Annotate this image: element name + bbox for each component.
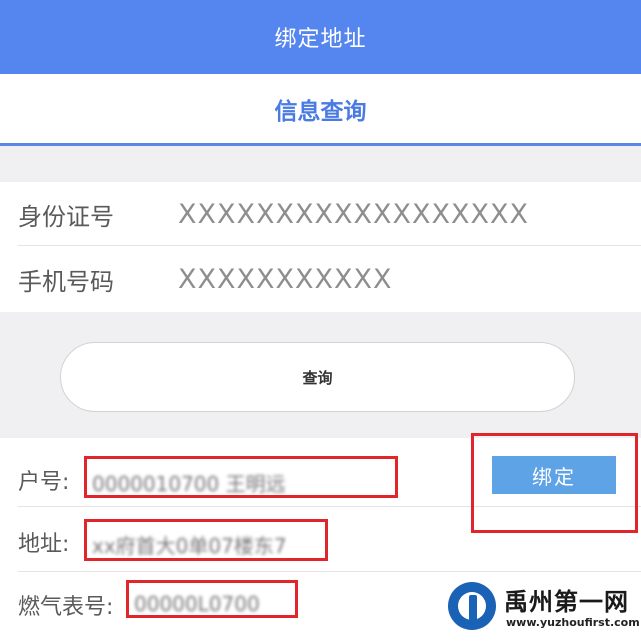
row-divider <box>18 245 641 246</box>
id-number-row: 身份证号 XXXXXXXXXXXXXXXXXX <box>0 182 641 246</box>
bind-button-label: 绑定 <box>532 464 576 489</box>
section-header: 信息查询 <box>0 74 641 146</box>
watermark-title: 禹州第一网 <box>504 588 629 616</box>
page-title: 绑定地址 <box>274 27 367 52</box>
highlight-box-account <box>84 456 398 498</box>
phone-number-row: 手机号码 XXXXXXXXXXX <box>0 247 641 311</box>
bind-button[interactable]: 绑定 <box>492 456 616 494</box>
meter-label: 燃气表号: <box>18 595 114 620</box>
query-button-area: 查询 <box>0 312 641 438</box>
spacer <box>0 146 641 182</box>
watermark: 禹州第一网 www.yuzhoufirst.com <box>448 576 641 641</box>
section-title: 信息查询 <box>274 98 367 125</box>
query-button-label: 查询 <box>302 368 333 387</box>
address-label: 地址: <box>18 532 70 557</box>
row-divider <box>18 571 641 572</box>
page-header: 绑定地址 <box>0 0 641 74</box>
query-button[interactable]: 查询 <box>60 342 575 412</box>
account-label: 户号: <box>18 470 70 495</box>
phone-number-field[interactable]: XXXXXXXXXXX <box>178 264 392 295</box>
watermark-url: www.yuzhoufirst.com <box>506 616 640 629</box>
highlight-box-meter <box>126 580 298 618</box>
id-number-label: 身份证号 <box>18 202 114 231</box>
id-number-field[interactable]: XXXXXXXXXXXXXXXXXX <box>178 199 529 230</box>
site-logo-icon <box>448 582 496 630</box>
highlight-box-address <box>84 519 328 561</box>
query-form: 身份证号 XXXXXXXXXXXXXXXXXX 手机号码 XXXXXXXXXXX <box>0 182 641 312</box>
phone-number-label: 手机号码 <box>18 267 114 296</box>
